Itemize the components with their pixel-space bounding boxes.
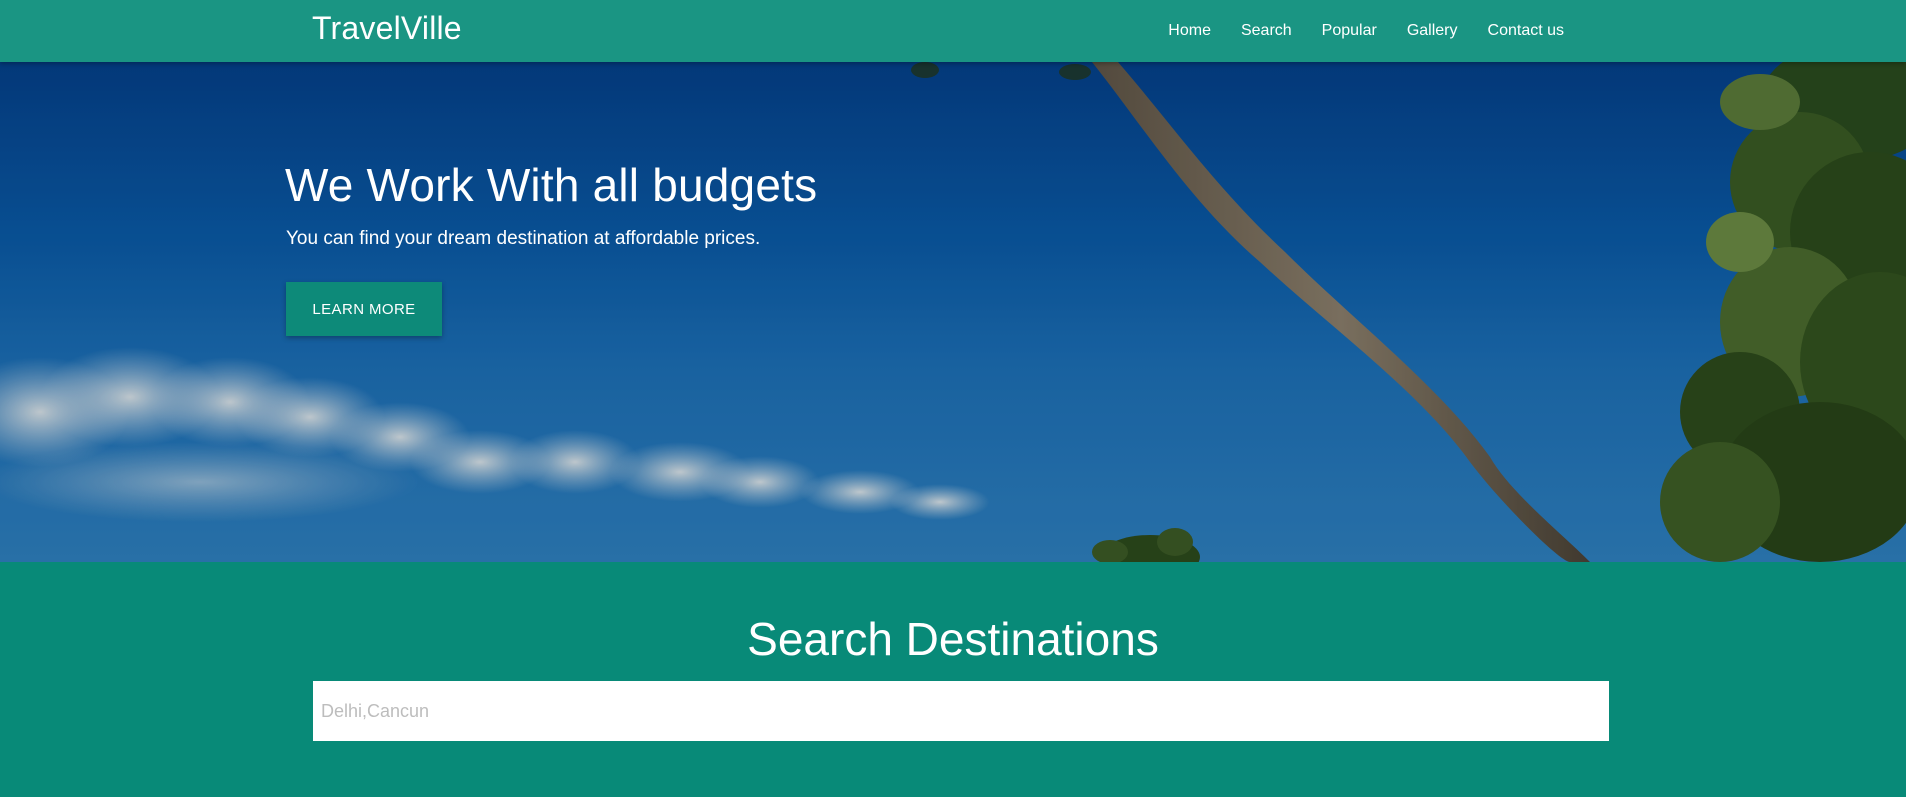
nav-link-search[interactable]: Search — [1226, 0, 1307, 62]
nav-link-gallery[interactable]: Gallery — [1392, 0, 1473, 62]
search-input[interactable] — [313, 681, 1609, 741]
nav-item-home: Home — [1153, 0, 1226, 62]
nav-item-search: Search — [1226, 0, 1307, 62]
brand-logo[interactable]: TravelVille — [312, 10, 462, 47]
nav-link-contact[interactable]: Contact us — [1473, 0, 1579, 62]
navbar: TravelVille Home Search Popular Gallery … — [0, 0, 1906, 62]
nav-item-gallery: Gallery — [1392, 0, 1473, 62]
search-title: Search Destinations — [747, 613, 1159, 665]
nav-link-home[interactable]: Home — [1153, 0, 1226, 62]
hero-title: We Work With all budgets — [285, 159, 818, 211]
search-section: Search Destinations — [0, 562, 1906, 797]
hero-subtitle: You can find your dream destination at a… — [286, 228, 761, 249]
learn-more-button[interactable]: LEARN MORE — [286, 282, 442, 336]
nav-item-contact: Contact us — [1473, 0, 1579, 62]
nav-item-popular: Popular — [1307, 0, 1392, 62]
nav-link-popular[interactable]: Popular — [1307, 0, 1392, 62]
hero-section: We Work With all budgets You can find yo… — [0, 62, 1906, 562]
nav-links: Home Search Popular Gallery Contact us — [1153, 0, 1579, 62]
